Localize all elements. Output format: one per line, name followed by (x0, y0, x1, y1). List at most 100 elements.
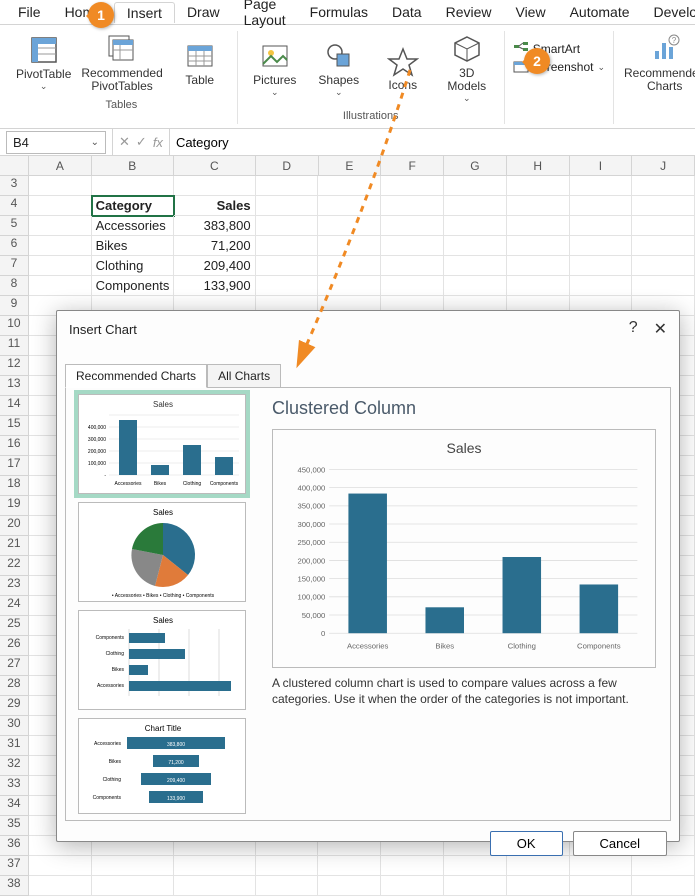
cell-F7[interactable] (381, 256, 444, 276)
cell-C3[interactable] (174, 176, 256, 196)
row-header-37[interactable]: 37 (0, 856, 29, 876)
thumb-pie[interactable]: Sales • Accessories • Bikes • Clothing •… (78, 502, 246, 602)
cancel-button[interactable]: Cancel (573, 831, 667, 856)
thumb-funnel[interactable]: Chart Title Accessories383,800 Bikes71,2… (78, 718, 246, 814)
cell-E3[interactable] (318, 176, 381, 196)
cell-G3[interactable] (444, 176, 507, 196)
menu-draw[interactable]: Draw (175, 2, 232, 22)
cell-J8[interactable] (632, 276, 695, 296)
column-header-F[interactable]: F (381, 156, 444, 176)
column-header-A[interactable]: A (29, 156, 92, 176)
cell-C7[interactable]: 209,400 (174, 256, 256, 276)
cell-F38[interactable] (381, 876, 444, 896)
pictures-button[interactable]: Pictures⌄ (246, 31, 304, 106)
cell-B5[interactable]: Accessories (92, 216, 174, 236)
menu-file[interactable]: File (6, 2, 53, 22)
select-all-corner[interactable] (0, 156, 29, 176)
cell-D6[interactable] (256, 236, 319, 256)
cell-I8[interactable] (570, 276, 633, 296)
fx-icon[interactable]: fx (153, 135, 163, 150)
row-header-4[interactable]: 4 (0, 196, 29, 216)
cell-A4[interactable] (29, 196, 92, 216)
cell-H8[interactable] (507, 276, 570, 296)
cell-E4[interactable] (318, 196, 381, 216)
menu-developer[interactable]: Developer (642, 2, 695, 22)
chevron-down-icon[interactable]: ⌄ (91, 137, 99, 148)
cell-J3[interactable] (632, 176, 695, 196)
cell-E38[interactable] (318, 876, 381, 896)
cell-C6[interactable]: 71,200 (174, 236, 256, 256)
column-header-G[interactable]: G (444, 156, 507, 176)
cell-H4[interactable] (507, 196, 570, 216)
row-header-10[interactable]: 10 (0, 316, 29, 336)
tab-recommended-charts[interactable]: Recommended Charts (65, 364, 207, 388)
cell-J4[interactable] (632, 196, 695, 216)
cell-D38[interactable] (256, 876, 319, 896)
cell-A8[interactable] (29, 276, 92, 296)
cell-J7[interactable] (632, 256, 695, 276)
menu-page-layout[interactable]: Page Layout (232, 0, 298, 30)
pivottable-button[interactable]: PivotTable ⌄ (14, 31, 73, 95)
cell-C5[interactable]: 383,800 (174, 216, 256, 236)
row-header-13[interactable]: 13 (0, 376, 29, 396)
cell-B7[interactable]: Clothing (92, 256, 174, 276)
cell-D7[interactable] (256, 256, 319, 276)
row-header-18[interactable]: 18 (0, 476, 29, 496)
row-header-24[interactable]: 24 (0, 596, 29, 616)
thumb-clustered-column[interactable]: Sales -100,000200,000300,000400,000 Acce… (78, 394, 246, 494)
cell-B4[interactable]: Category (92, 196, 174, 216)
cell-F6[interactable] (381, 236, 444, 256)
menu-review[interactable]: Review (434, 2, 504, 22)
3d-models-button[interactable]: 3D Models⌄ (438, 31, 496, 106)
cell-F4[interactable] (381, 196, 444, 216)
cell-J38[interactable] (632, 876, 695, 896)
row-header-20[interactable]: 20 (0, 516, 29, 536)
close-icon[interactable]: ✕ (654, 319, 667, 339)
row-header-31[interactable]: 31 (0, 736, 29, 756)
cell-H3[interactable] (507, 176, 570, 196)
row-header-35[interactable]: 35 (0, 816, 29, 836)
cell-A6[interactable] (29, 236, 92, 256)
preview-chart[interactable]: Sales 50,000100,000150,000200,000250,000… (272, 429, 656, 668)
cell-H6[interactable] (507, 236, 570, 256)
row-header-14[interactable]: 14 (0, 396, 29, 416)
row-header-15[interactable]: 15 (0, 416, 29, 436)
row-header-26[interactable]: 26 (0, 636, 29, 656)
cell-F3[interactable] (381, 176, 444, 196)
cell-C38[interactable] (174, 876, 256, 896)
cell-D8[interactable] (256, 276, 319, 296)
table-button[interactable]: Table (171, 31, 229, 95)
column-header-J[interactable]: J (632, 156, 695, 176)
row-header-16[interactable]: 16 (0, 436, 29, 456)
cell-I3[interactable] (570, 176, 633, 196)
row-header-28[interactable]: 28 (0, 676, 29, 696)
cell-D4[interactable] (256, 196, 319, 216)
row-header-22[interactable]: 22 (0, 556, 29, 576)
cell-J5[interactable] (632, 216, 695, 236)
cell-C8[interactable]: 133,900 (174, 276, 256, 296)
cell-G6[interactable] (444, 236, 507, 256)
row-header-29[interactable]: 29 (0, 696, 29, 716)
cell-I6[interactable] (570, 236, 633, 256)
column-header-I[interactable]: I (570, 156, 633, 176)
recommended-pivottables-button[interactable]: Recommended PivotTables (79, 31, 164, 95)
cell-F5[interactable] (381, 216, 444, 236)
cell-B3[interactable] (92, 176, 174, 196)
cell-E7[interactable] (318, 256, 381, 276)
row-header-33[interactable]: 33 (0, 776, 29, 796)
cell-J6[interactable] (632, 236, 695, 256)
icons-button[interactable]: Icons (374, 31, 432, 106)
cell-A7[interactable] (29, 256, 92, 276)
row-header-32[interactable]: 32 (0, 756, 29, 776)
cell-G4[interactable] (444, 196, 507, 216)
cell-A5[interactable] (29, 216, 92, 236)
cell-I7[interactable] (570, 256, 633, 276)
formula-input[interactable] (170, 132, 695, 153)
cell-H38[interactable] (507, 876, 570, 896)
cell-A38[interactable] (29, 876, 92, 896)
cell-G5[interactable] (444, 216, 507, 236)
shapes-button[interactable]: Shapes⌄ (310, 31, 368, 106)
row-header-12[interactable]: 12 (0, 356, 29, 376)
cell-H7[interactable] (507, 256, 570, 276)
row-header-6[interactable]: 6 (0, 236, 29, 256)
